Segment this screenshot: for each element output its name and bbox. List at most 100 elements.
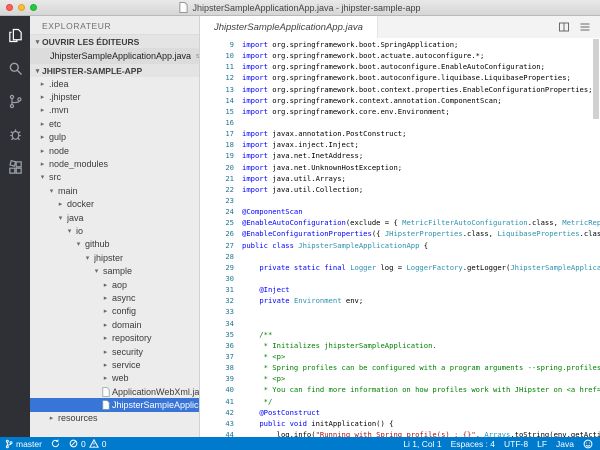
tree-item-idea[interactable]: ▸.idea bbox=[30, 77, 199, 90]
tree-item-async[interactable]: ▸async bbox=[30, 291, 199, 304]
code-line[interactable]: 24@ComponentScan bbox=[200, 206, 600, 217]
code-line[interactable]: 15import org.springframework.core.env.En… bbox=[200, 106, 600, 117]
code-line[interactable]: 26@EnableConfigurationProperties({ JHips… bbox=[200, 228, 600, 239]
tab-bar: JhipsterSampleApplicationApp.java bbox=[200, 16, 600, 38]
code-line[interactable]: 18import javax.inject.Inject; bbox=[200, 139, 600, 150]
code-line[interactable]: 23 bbox=[200, 195, 600, 206]
project-section-header[interactable]: ▾ JHIPSTER-SAMPLE-APP bbox=[30, 63, 199, 77]
chevron-right-icon: ▸ bbox=[38, 133, 47, 141]
code-line[interactable]: 32 private Environment env; bbox=[200, 295, 600, 306]
code-line[interactable]: 28 bbox=[200, 251, 600, 262]
code-line[interactable]: 17import javax.annotation.PostConstruct; bbox=[200, 128, 600, 139]
code-line[interactable]: 22import java.util.Collection; bbox=[200, 184, 600, 195]
code-line[interactable]: 12import org.springframework.boot.autoco… bbox=[200, 72, 600, 83]
activity-item-search[interactable] bbox=[0, 52, 30, 85]
tree-item-node[interactable]: ▸node bbox=[30, 144, 199, 157]
tree-item-node-modules[interactable]: ▸node_modules bbox=[30, 157, 199, 170]
chevron-down-icon: ▾ bbox=[74, 240, 83, 248]
code-line[interactable]: 21import java.util.Arrays; bbox=[200, 173, 600, 184]
code-line[interactable]: 38 * Spring profiles can be configured w… bbox=[200, 362, 600, 373]
code-line[interactable]: 39 * <p> bbox=[200, 373, 600, 384]
code-line[interactable]: 27public class JhipsterSampleApplication… bbox=[200, 240, 600, 251]
tree-item-jhipster[interactable]: ▸.jhipster bbox=[30, 90, 199, 103]
close-button[interactable] bbox=[6, 4, 13, 11]
git-branch-indicator[interactable]: master bbox=[5, 439, 42, 449]
code-line[interactable]: 16 bbox=[200, 117, 600, 128]
activity-item-extensions[interactable] bbox=[0, 151, 30, 184]
code-line[interactable]: 10import org.springframework.boot.actuat… bbox=[200, 50, 600, 61]
code-line[interactable]: 9import org.springframework.boot.SpringA… bbox=[200, 39, 600, 50]
code-line[interactable]: 36 * Initializes jhipsterSampleApplicati… bbox=[200, 340, 600, 351]
feedback-smiley-icon bbox=[583, 439, 593, 449]
code-editor[interactable]: 9import org.springframework.boot.SpringA… bbox=[200, 38, 600, 437]
code-line[interactable]: 25@EnableAutoConfiguration(exclude = { M… bbox=[200, 217, 600, 228]
activity-item-source-control[interactable] bbox=[0, 85, 30, 118]
code-line[interactable]: 43 public void initApplication() { bbox=[200, 418, 600, 429]
tree-item-service[interactable]: ▸service bbox=[30, 358, 199, 371]
tree-item-jhipster[interactable]: ▾jhipster bbox=[30, 251, 199, 264]
code-line[interactable]: 42 @PostConstruct bbox=[200, 407, 600, 418]
tree-item-mvn[interactable]: ▸.mvn bbox=[30, 104, 199, 117]
cursor-position[interactable]: Li 1, Col 1 bbox=[403, 439, 441, 449]
tree-item-docker[interactable]: ▸docker bbox=[30, 198, 199, 211]
tree-item-repository[interactable]: ▸repository bbox=[30, 331, 199, 344]
code-line[interactable]: 29 private static final Logger log = Log… bbox=[200, 262, 600, 273]
line-number: 10 bbox=[200, 50, 234, 61]
activity-item-explorer[interactable] bbox=[0, 19, 30, 52]
code-line[interactable]: 37 * <p> bbox=[200, 351, 600, 362]
tree-item-jhipstersampleapplicationapp-java[interactable]: JhipsterSampleApplicationApp.java bbox=[30, 398, 199, 411]
tree-item-resources[interactable]: ▸resources bbox=[30, 412, 199, 425]
file-icon bbox=[101, 387, 110, 397]
code-line[interactable]: 19import java.net.InetAddress; bbox=[200, 150, 600, 161]
chevron-right-icon: ▸ bbox=[101, 307, 110, 315]
code-line[interactable]: 11import org.springframework.boot.autoco… bbox=[200, 61, 600, 72]
code-line[interactable]: 20import java.net.UnknownHostException; bbox=[200, 162, 600, 173]
code-line[interactable]: 34 bbox=[200, 318, 600, 329]
editor-layout-button[interactable] bbox=[578, 20, 592, 34]
code-line[interactable]: 40 * You can find more information on ho… bbox=[200, 384, 600, 395]
code-line[interactable]: 13import org.springframework.boot.contex… bbox=[200, 84, 600, 95]
tree-item-etc[interactable]: ▸etc bbox=[30, 117, 199, 130]
tree-item-domain[interactable]: ▸domain bbox=[30, 318, 199, 331]
code-line[interactable]: 35 /** bbox=[200, 329, 600, 340]
code-line[interactable]: 44 log.info("Running with Spring profile… bbox=[200, 429, 600, 437]
code-line[interactable]: 41 */ bbox=[200, 396, 600, 407]
language-indicator[interactable]: Java bbox=[556, 439, 574, 449]
tree-item-src[interactable]: ▾src bbox=[30, 171, 199, 184]
chevron-right-icon: ▸ bbox=[38, 120, 47, 128]
tab-jhipster-sample-application-app-java[interactable]: JhipsterSampleApplicationApp.java bbox=[200, 16, 378, 38]
code-line[interactable]: 33 bbox=[200, 306, 600, 317]
tree-item-aop[interactable]: ▸aop bbox=[30, 278, 199, 291]
tree-item-github[interactable]: ▾github bbox=[30, 238, 199, 251]
problems-indicator[interactable]: 0 0 bbox=[69, 439, 106, 449]
vertical-scrollbar[interactable] bbox=[593, 39, 599, 119]
chevron-right-icon: ▸ bbox=[47, 414, 56, 422]
open-editor-item[interactable]: JhipsterSampleApplicationApp.java src/m.… bbox=[30, 48, 199, 63]
minimize-button[interactable] bbox=[18, 4, 25, 11]
encoding-indicator[interactable]: UTF-8 bbox=[504, 439, 528, 449]
tree-item-applicationwebxml-java[interactable]: ApplicationWebXml.java bbox=[30, 385, 199, 398]
tree-item-io[interactable]: ▾io bbox=[30, 224, 199, 237]
code-line[interactable]: 31 @Inject bbox=[200, 284, 600, 295]
eol-indicator[interactable]: LF bbox=[537, 439, 547, 449]
zoom-button[interactable] bbox=[30, 4, 37, 11]
code-line[interactable]: 14import org.springframework.context.ann… bbox=[200, 95, 600, 106]
tree-item-config[interactable]: ▸config bbox=[30, 305, 199, 318]
sync-button[interactable] bbox=[51, 439, 60, 448]
tree-item-sample[interactable]: ▾sample bbox=[30, 264, 199, 277]
feedback-button[interactable] bbox=[583, 439, 593, 449]
tree-item-gulp[interactable]: ▸gulp bbox=[30, 131, 199, 144]
tree-item-security[interactable]: ▸security bbox=[30, 345, 199, 358]
tree-item-web[interactable]: ▸web bbox=[30, 372, 199, 385]
tree-item-label: .idea bbox=[49, 79, 69, 89]
title-bar: JhipsterSampleApplicationApp.java - jhip… bbox=[0, 0, 600, 16]
indentation-indicator[interactable]: Espaces : 4 bbox=[451, 439, 495, 449]
tree-item-main[interactable]: ▾main bbox=[30, 184, 199, 197]
activity-item-debug[interactable] bbox=[0, 118, 30, 151]
open-editors-header[interactable]: ▾ OUVRIR LES ÉDITEURS bbox=[30, 34, 199, 48]
split-editor-button[interactable] bbox=[557, 20, 571, 34]
line-number: 38 bbox=[200, 362, 234, 373]
line-number: 34 bbox=[200, 318, 234, 329]
code-line[interactable]: 30 bbox=[200, 273, 600, 284]
tree-item-java[interactable]: ▾java bbox=[30, 211, 199, 224]
